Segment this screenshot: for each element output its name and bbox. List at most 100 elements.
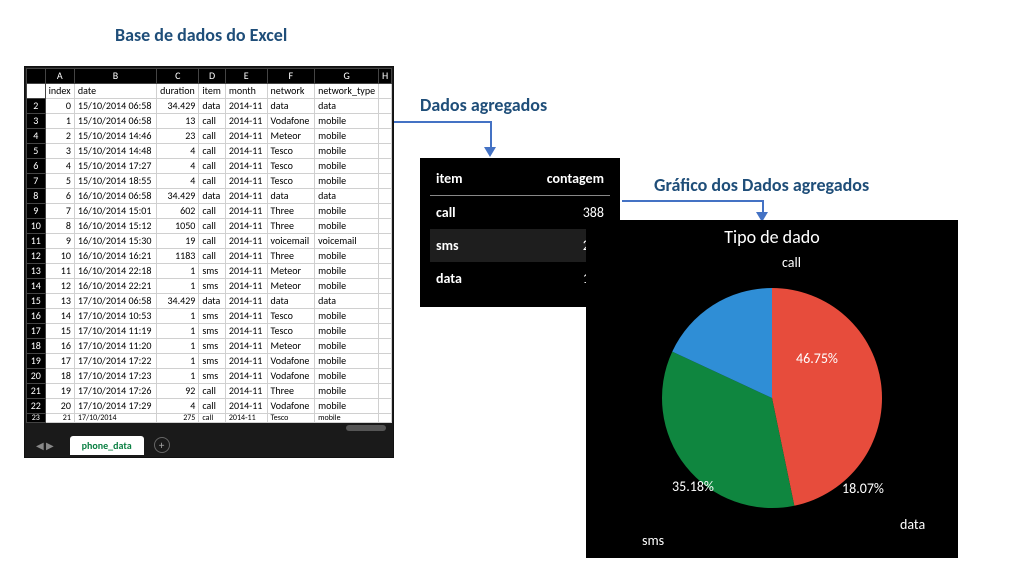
row-header[interactable]: 19: [27, 354, 46, 369]
cell[interactable]: 4: [157, 159, 199, 174]
cell[interactable]: Meteor: [267, 129, 315, 144]
cell[interactable]: 4: [157, 399, 199, 414]
cell[interactable]: [379, 249, 392, 264]
cell[interactable]: 1: [157, 369, 199, 384]
cell[interactable]: 4: [157, 144, 199, 159]
cell[interactable]: [379, 159, 392, 174]
cell[interactable]: 13: [157, 114, 199, 129]
cell[interactable]: 2014-11: [225, 399, 267, 414]
cell[interactable]: Vodafone: [267, 354, 315, 369]
cell[interactable]: 34.429: [157, 189, 199, 204]
cell[interactable]: 2014-11: [225, 144, 267, 159]
cell[interactable]: 1: [157, 309, 199, 324]
col-F[interactable]: F: [267, 69, 315, 84]
cell[interactable]: data: [315, 99, 379, 114]
cell[interactable]: [379, 174, 392, 189]
cell[interactable]: call: [199, 234, 226, 249]
cell[interactable]: [379, 399, 392, 414]
header-cell[interactable]: network: [267, 84, 315, 99]
cell[interactable]: [379, 294, 392, 309]
cell[interactable]: 34.429: [157, 294, 199, 309]
cell[interactable]: 1050: [157, 219, 199, 234]
row-header[interactable]: 6: [27, 159, 46, 174]
header-cell[interactable]: month: [225, 84, 267, 99]
cell[interactable]: [379, 114, 392, 129]
row-header[interactable]: 20: [27, 369, 46, 384]
cell[interactable]: sms: [199, 354, 226, 369]
row-header[interactable]: 3: [27, 114, 46, 129]
cell[interactable]: 4: [45, 159, 74, 174]
col-D[interactable]: D: [199, 69, 226, 84]
cell[interactable]: 16/10/2014 22:18: [74, 264, 156, 279]
cell[interactable]: 2014-11: [225, 159, 267, 174]
cell[interactable]: call: [199, 144, 226, 159]
cell[interactable]: data: [267, 294, 315, 309]
cell[interactable]: [379, 414, 392, 423]
cell[interactable]: 17/10/2014 17:22: [74, 354, 156, 369]
cell[interactable]: call: [199, 249, 226, 264]
cell[interactable]: [379, 219, 392, 234]
cell[interactable]: 8: [45, 219, 74, 234]
cell[interactable]: 15/10/2014 17:27: [74, 159, 156, 174]
cell[interactable]: Meteor: [267, 279, 315, 294]
cell[interactable]: call: [199, 159, 226, 174]
cell[interactable]: mobile: [315, 339, 379, 354]
cell[interactable]: [379, 189, 392, 204]
cell[interactable]: 15/10/2014 14:46: [74, 129, 156, 144]
excel-horizontal-scroll[interactable]: [26, 423, 392, 433]
cell[interactable]: 1: [157, 279, 199, 294]
cell[interactable]: call: [199, 399, 226, 414]
cell[interactable]: 12: [45, 279, 74, 294]
cell[interactable]: mobile: [315, 174, 379, 189]
cell[interactable]: 2014-11: [225, 339, 267, 354]
header-cell[interactable]: item: [199, 84, 226, 99]
cell[interactable]: sms: [199, 264, 226, 279]
cell[interactable]: 34.429: [157, 99, 199, 114]
cell[interactable]: call: [199, 204, 226, 219]
cell[interactable]: [379, 129, 392, 144]
cell[interactable]: 20: [45, 399, 74, 414]
cell[interactable]: call: [199, 114, 226, 129]
header-cell[interactable]: network_type: [315, 84, 379, 99]
cell[interactable]: 15/10/2014 14:48: [74, 144, 156, 159]
cell[interactable]: Vodafone: [267, 369, 315, 384]
cell[interactable]: 16/10/2014 06:58: [74, 189, 156, 204]
cell[interactable]: mobile: [315, 384, 379, 399]
cell[interactable]: 2014-11: [225, 129, 267, 144]
row-header[interactable]: 8: [27, 189, 46, 204]
cell[interactable]: 2014-11: [225, 204, 267, 219]
cell[interactable]: 2014-11: [225, 264, 267, 279]
cell[interactable]: 2014-11: [225, 354, 267, 369]
cell[interactable]: [379, 144, 392, 159]
row-header[interactable]: 22: [27, 399, 46, 414]
cell[interactable]: mobile: [315, 354, 379, 369]
cell[interactable]: 2014-11: [225, 369, 267, 384]
cell[interactable]: 1183: [157, 249, 199, 264]
cell[interactable]: 21: [45, 414, 74, 423]
cell[interactable]: [379, 324, 392, 339]
cell[interactable]: 15/10/2014 06:58: [74, 114, 156, 129]
cell[interactable]: 17/10/2014 17:23: [74, 369, 156, 384]
cell[interactable]: 17/10/2014 06:58: [74, 294, 156, 309]
header-cell[interactable]: date: [74, 84, 156, 99]
row-header[interactable]: 15: [27, 294, 46, 309]
cell[interactable]: 2014-11: [225, 189, 267, 204]
cell[interactable]: 2: [45, 129, 74, 144]
cell[interactable]: 17/10/2014 17:29: [74, 399, 156, 414]
cell[interactable]: mobile: [315, 399, 379, 414]
row-header[interactable]: 12: [27, 249, 46, 264]
corner-cell[interactable]: [27, 69, 46, 84]
cell[interactable]: [379, 369, 392, 384]
cell[interactable]: mobile: [315, 324, 379, 339]
cell[interactable]: 2014-11: [225, 294, 267, 309]
cell[interactable]: 17/10/2014 11:19: [74, 324, 156, 339]
cell[interactable]: mobile: [315, 129, 379, 144]
cell[interactable]: 16/10/2014 15:01: [74, 204, 156, 219]
cell[interactable]: Three: [267, 219, 315, 234]
cell[interactable]: Three: [267, 384, 315, 399]
cell[interactable]: 3: [45, 144, 74, 159]
sheet-tab[interactable]: phone_data: [70, 436, 144, 455]
cell[interactable]: 15: [45, 324, 74, 339]
cell[interactable]: mobile: [315, 309, 379, 324]
row-header[interactable]: 9: [27, 204, 46, 219]
